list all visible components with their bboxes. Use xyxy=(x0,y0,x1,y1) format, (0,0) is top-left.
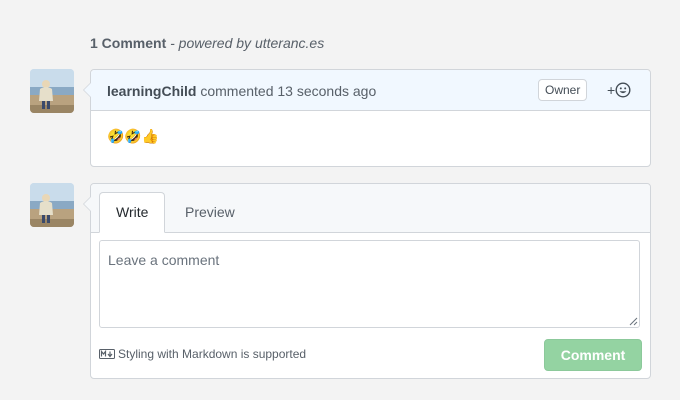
markdown-help-link[interactable]: Styling with Markdown is supported xyxy=(99,347,306,361)
editor-tab-bar: Write Preview xyxy=(91,184,650,233)
avatar-photo-icon xyxy=(30,183,74,227)
comment-meta: learningChild commented 13 seconds ago xyxy=(107,83,376,99)
owner-badge: Owner xyxy=(538,79,588,101)
markdown-note-text: Styling with Markdown is supported xyxy=(118,347,307,361)
utterances-link[interactable]: utteranc.es xyxy=(255,35,324,51)
comment-count: 1 Comment xyxy=(90,35,167,51)
add-reaction-button[interactable]: + xyxy=(607,81,631,99)
submit-comment-button[interactable]: Comment xyxy=(544,339,642,371)
comment-action: commented xyxy=(200,83,274,99)
comment-textarea[interactable] xyxy=(99,240,640,328)
comment-timestamp[interactable]: 13 seconds ago xyxy=(277,83,376,99)
current-user-avatar[interactable] xyxy=(30,183,74,227)
tab-preview[interactable]: Preview xyxy=(169,192,251,232)
powered-by-prefix: - powered by xyxy=(166,35,255,51)
markdown-icon xyxy=(99,349,115,359)
resize-handle-icon[interactable] xyxy=(628,316,638,326)
comment-body: 🤣🤣👍 xyxy=(107,128,160,144)
comment: learningChild commented 13 seconds ago O… xyxy=(83,69,651,167)
powered-by: - powered by utteranc.es xyxy=(166,35,324,51)
comment-header: learningChild commented 13 seconds ago O… xyxy=(91,70,650,111)
comment-author-link[interactable]: learningChild xyxy=(107,83,196,99)
utterances-comments: 1 Comment - powered by utteranc.es learn… xyxy=(0,0,680,400)
reaction-plus: + xyxy=(607,82,616,98)
comment-author-avatar[interactable] xyxy=(30,69,74,113)
tab-write[interactable]: Write xyxy=(99,192,166,233)
smiley-icon xyxy=(615,82,631,98)
comments-header: 1 Comment - powered by utteranc.es xyxy=(90,35,324,51)
avatar-photo-icon xyxy=(30,69,74,113)
new-comment-form: Write Preview Styling with Markdown is s… xyxy=(83,183,651,379)
